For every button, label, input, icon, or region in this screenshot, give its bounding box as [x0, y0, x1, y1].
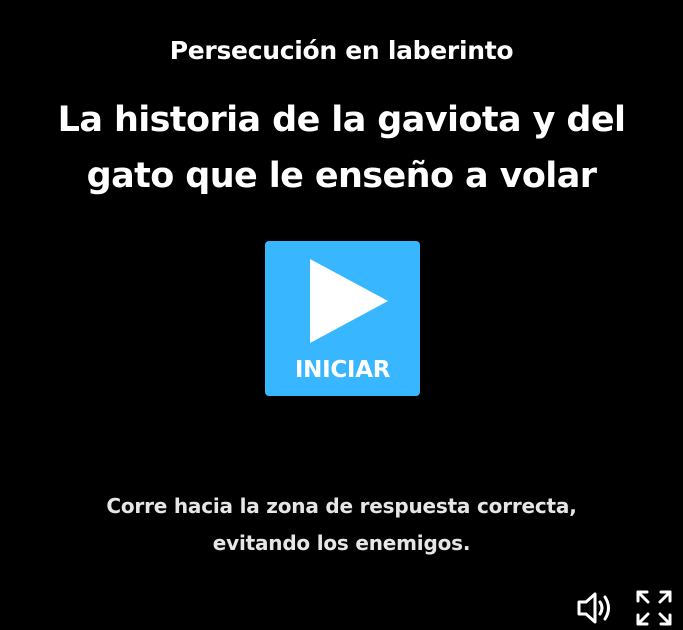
start-button[interactable]: INICIAR: [265, 241, 420, 396]
game-title: La historia de la gaviota y del gato que…: [57, 100, 626, 196]
start-button-label: INICIAR: [294, 357, 391, 383]
fullscreen-expand-icon: [636, 590, 672, 626]
game-type-label: Persecución en laberinto: [169, 36, 514, 65]
volume-button[interactable]: [574, 588, 614, 628]
fullscreen-button[interactable]: [634, 588, 674, 628]
instructions-text: Corre hacia la zona de respuesta correct…: [106, 494, 577, 555]
speaker-icon: [577, 592, 610, 624]
play-icon: [310, 259, 388, 343]
game-start-screen: Persecución en laberinto La historia de …: [0, 0, 683, 630]
